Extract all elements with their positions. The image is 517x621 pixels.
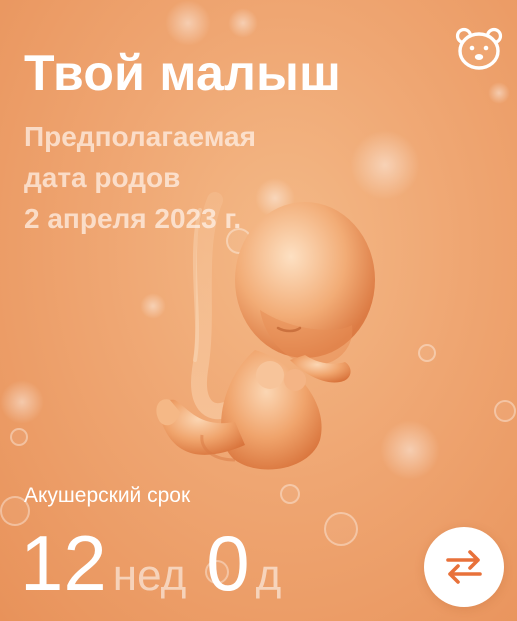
bokeh-ring (418, 344, 436, 362)
weeks-unit: нед (112, 551, 187, 600)
obstetric-term-label: Акушерский срок (24, 484, 191, 507)
bokeh-light (0, 380, 44, 424)
swap-arrows-icon (446, 550, 482, 584)
bokeh-ring (494, 400, 516, 422)
days-unit: д (255, 551, 282, 600)
profile-bear-button[interactable] (455, 26, 503, 70)
page-title: Твой малыш (24, 45, 342, 101)
due-date-block: Предполагаемая дата родов 2 апреля 2023 … (24, 116, 354, 239)
due-date-value: 2 апреля 2023 г. (24, 203, 242, 234)
weeks-number: 12 (20, 519, 107, 607)
due-date-line: дата родов (24, 162, 181, 193)
baby-card: Твой малыш Предполагаемая дата родов 2 а… (0, 0, 517, 621)
due-date-line: Предполагаемая (24, 121, 256, 152)
bokeh-light (228, 8, 258, 38)
bokeh-ring (324, 512, 358, 546)
bokeh-light (165, 0, 211, 46)
bear-face-icon (455, 27, 503, 70)
days-number: 0 (206, 519, 250, 607)
term-value: 12 нед 0 д (20, 518, 301, 608)
switch-term-button[interactable] (424, 527, 504, 607)
bokeh-light (488, 82, 510, 104)
bokeh-ring (10, 428, 28, 446)
